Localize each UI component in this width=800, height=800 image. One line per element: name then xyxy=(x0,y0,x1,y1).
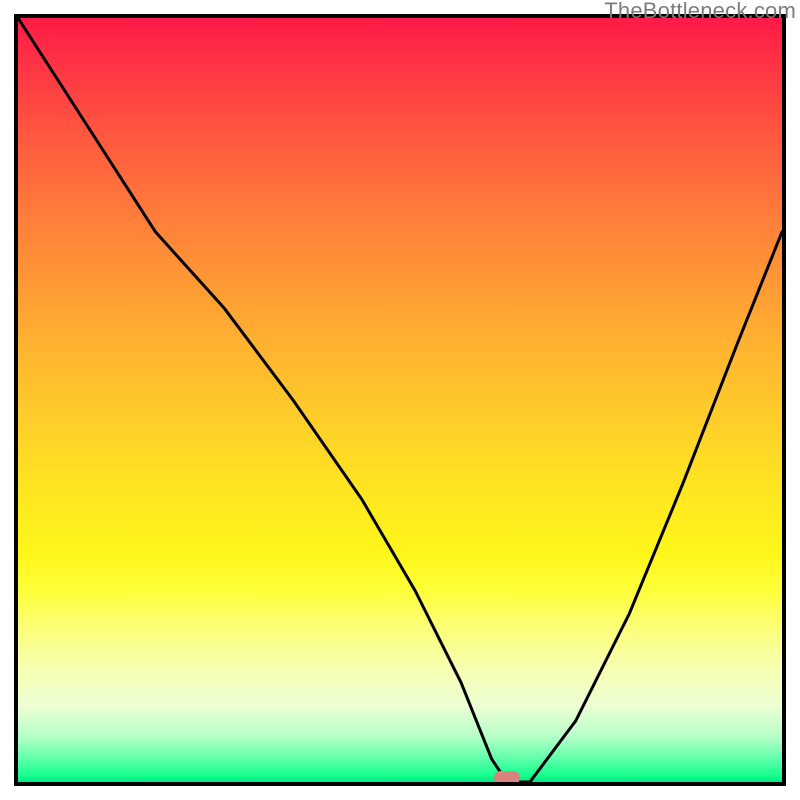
watermark-text: TheBottleneck.com xyxy=(604,0,796,24)
axis-bottom xyxy=(14,782,786,786)
axis-right xyxy=(782,14,786,786)
bottleneck-curve xyxy=(18,18,782,782)
plot-area xyxy=(18,18,782,782)
bottleneck-chart: TheBottleneck.com xyxy=(0,0,800,800)
optimal-point-marker xyxy=(494,771,520,782)
